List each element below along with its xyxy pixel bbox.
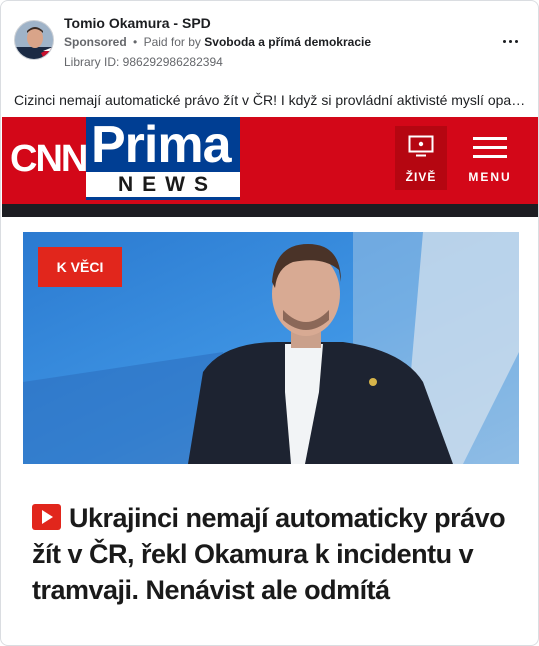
- library-id: Library ID: 986292986282394: [64, 55, 223, 69]
- tv-icon: [408, 135, 434, 157]
- sponsored-label: Sponsored: [64, 35, 127, 49]
- article-headline[interactable]: Ukrajinci nemají automaticky právo žít v…: [32, 500, 510, 608]
- avatar-photo: [15, 21, 53, 59]
- paid-for-by-label: Paid for by: [143, 35, 201, 49]
- avatar[interactable]: [14, 20, 54, 60]
- news-bar: NEWS: [86, 172, 240, 197]
- hamburger-menu-icon: [473, 137, 507, 158]
- category-badge: K VĚCI: [38, 247, 122, 287]
- menu-button[interactable]: MENU: [460, 126, 520, 190]
- play-icon: [32, 504, 61, 530]
- prima-news-logo: Prima NEWS: [86, 117, 240, 200]
- post-caption[interactable]: Cizinci nemají automatické právo žít v Č…: [14, 92, 527, 108]
- prima-wordmark: Prima: [91, 116, 232, 174]
- news-wordmark: NEWS: [118, 172, 217, 196]
- page-name[interactable]: Tomio Okamura - SPD: [64, 15, 211, 31]
- article-image[interactable]: K VĚCI: [23, 232, 519, 464]
- ad-card: Tomio Okamura - SPD Sponsored • Paid for…: [0, 0, 539, 646]
- menu-label: MENU: [468, 170, 512, 184]
- live-label: ŽIVĚ: [405, 170, 437, 184]
- headline-text: Ukrajinci nemají automaticky právo žít v…: [32, 503, 506, 605]
- payer-name[interactable]: Svoboda a přímá demokracie: [204, 35, 371, 49]
- separator-dot: •: [133, 35, 138, 49]
- news-banner[interactable]: CNN Prima NEWS ŽIVĚ MENU: [2, 117, 538, 204]
- live-button[interactable]: ŽIVĚ: [395, 126, 447, 190]
- sponsor-line: Sponsored • Paid for by Svoboda a přímá …: [64, 35, 371, 49]
- banner-divider: [2, 204, 538, 217]
- more-options-icon[interactable]: [498, 31, 522, 51]
- cnn-logo: CNN: [10, 138, 88, 180]
